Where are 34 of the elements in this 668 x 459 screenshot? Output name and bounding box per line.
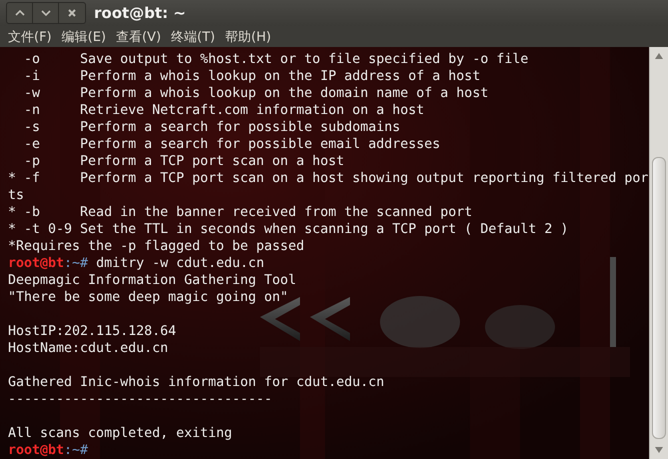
menu-item[interactable]: 终端(T) — [171, 28, 216, 46]
terminal-line: * -f Perform a TCP port scan on a host showing output reporting filtered por — [8, 170, 649, 187]
scroll-down-icon[interactable] — [655, 447, 663, 453]
menu-item[interactable]: 帮助(H) — [225, 28, 272, 46]
terminal-line: -s Perform a search for possible subdomains — [23, 119, 402, 136]
prompt-line: root@bt:~# dmitry -w cdut.edu.cn — [8, 255, 266, 272]
terminal-line: * -t 0-9 Set the TTL in seconds when scanning a TCP port ( Default 2 ) — [8, 221, 570, 238]
terminal-line: HostIP:202.115.128.64 — [8, 323, 178, 340]
terminal-line: HostName:cdut.edu.cn — [8, 340, 170, 357]
terminal-line: -w Perform a whois lookup on the domain name of a host — [23, 85, 490, 102]
menu-item[interactable]: 编辑(E) — [62, 28, 106, 46]
terminal-line: -i Perform a whois lookup on the IP address of a host — [23, 68, 482, 85]
scroll-up-icon[interactable] — [655, 53, 663, 59]
terminal-line: * -b Read in the banner received from the scanned port — [8, 204, 474, 221]
terminal-line: ts — [8, 187, 26, 204]
menu-item[interactable]: 文件(F) — [8, 28, 52, 46]
prompt-line: root@bt:~# — [8, 442, 90, 459]
terminal-line: --------------------------------- — [8, 391, 274, 408]
terminal-line: "There be some deep magic going on" — [8, 289, 290, 306]
close-icon — [68, 9, 76, 17]
chevron-down-icon — [40, 10, 50, 16]
terminal-line: -e Perform a search for possible email addresses — [23, 136, 442, 153]
scrollbar-thumb[interactable] — [652, 157, 666, 439]
menu-item[interactable]: 查看(V) — [116, 28, 162, 46]
terminal-line: -o Save output to %host.txt or to file specified by -o file — [23, 51, 530, 68]
terminal-line: All scans completed, exiting — [8, 425, 234, 442]
terminal-line: Gathered Inic-whois information for cdut.edu.cn — [8, 374, 386, 391]
window-title: root@bt: ~ — [94, 4, 186, 22]
terminal-line: *Requires the -p flagged to be passed — [8, 238, 306, 255]
terminal-line: -p Perform a TCP port scan on a host — [23, 153, 346, 170]
scrollbar[interactable] — [649, 47, 668, 459]
chevron-up-icon — [14, 10, 24, 16]
terminal-line: -n Retrieve Netcraft.com information on a host — [23, 102, 426, 119]
terminal-line: Deepmagic Information Gathering Tool — [8, 272, 298, 289]
